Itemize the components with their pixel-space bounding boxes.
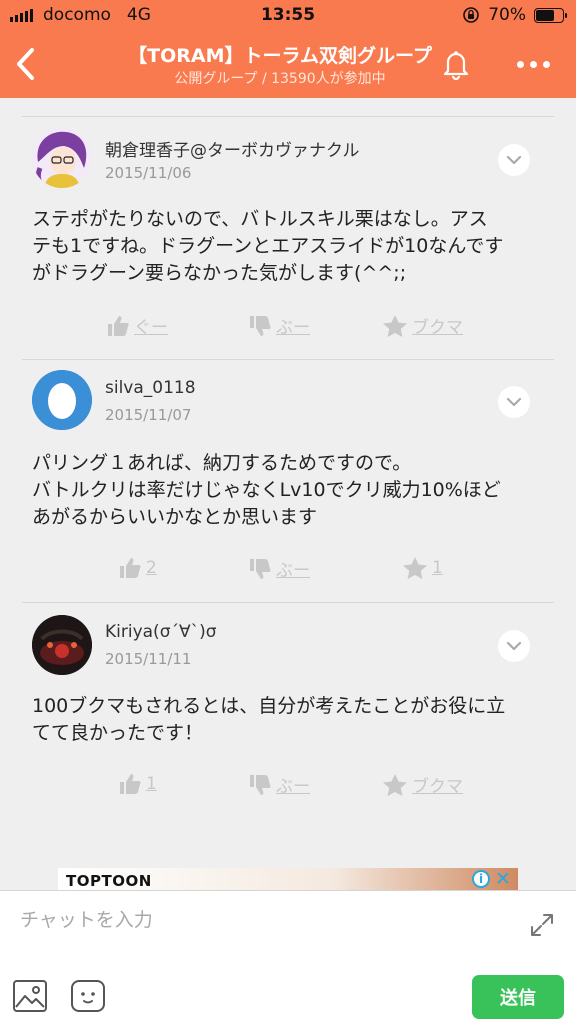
sticker-button[interactable] [70,979,106,1013]
post-body: ステポがたりないので、バトルスキル栗はなし。アス テも1ですね。ドラグーンとエア… [32,208,504,284]
bookmark-label: ブクマ [412,777,463,797]
bookmark-button[interactable]: ブクマ [382,313,463,338]
post-item: Kiriya(σ´∀`)σ 2015/11/11 100ブクマもされるとは、自分… [0,603,576,823]
post-body: パリング１あれば、納刀するためですので。 バトルクリは率だけじゃなくLv10でク… [32,452,501,528]
like-label: ぐー [134,318,168,338]
bookmark-button[interactable]: ブクマ [382,772,463,797]
expand-button[interactable] [528,911,556,939]
star-icon [383,314,407,337]
like-count: 1 [146,774,157,794]
more-dot-icon [529,60,537,68]
like-button[interactable]: 1 [118,772,157,796]
ad-banner[interactable]: TOPTOON i ✕ [58,868,518,890]
back-button[interactable] [8,42,48,86]
group-title: 【TORAM】トーラム双剣グループ [128,45,432,67]
status-bar: docomo 4G 13:55 70% [0,0,576,30]
chat-composer: 送信 [0,890,576,1024]
bookmark-label: ブクマ [412,318,463,338]
dislike-button[interactable]: ぶー [248,313,310,338]
more-dot-icon [542,60,550,68]
dislike-label: ぶー [276,561,310,581]
like-button[interactable]: 2 [118,556,157,580]
more-dot-icon [516,60,524,68]
chevron-down-icon [506,155,522,165]
post-body: 100ブクマもされるとは、自分が考えたことがお役に立 てて良かったです！ [32,695,506,744]
ad-close-icon[interactable]: ✕ [495,868,511,890]
post-item: 朝倉理香子@ターボカヴァナクル 2015/11/06 ステポがたりないので、バト… [0,98,576,360]
thumbs-down-icon [250,315,271,336]
bookmark-button[interactable]: 1 [402,556,443,580]
post-menu-button[interactable] [498,386,530,418]
avatar[interactable] [32,370,92,430]
like-button[interactable]: ぐー [106,313,168,338]
battery-icon [534,7,567,23]
expand-icon [531,914,553,936]
like-count: 2 [146,558,157,578]
chevron-left-icon [17,48,34,80]
more-menu-button[interactable] [508,44,558,84]
smiley-face-icon [71,980,105,1012]
chevron-down-icon [506,397,522,407]
ad-info-icon[interactable]: i [472,870,490,888]
thumbs-up-icon [108,315,129,336]
dislike-label: ぶー [276,777,310,797]
post-list[interactable]: 朝倉理香子@ターボカヴァナクル 2015/11/06 ステポがたりないので、バト… [0,98,576,890]
post-author[interactable]: Kiriya(σ´∀`)σ [105,622,217,642]
send-button[interactable]: 送信 [472,975,564,1019]
dislike-button[interactable]: ぶー [248,556,310,581]
notification-button[interactable] [436,44,476,84]
bookmark-count: 1 [432,558,443,578]
post-author[interactable]: 朝倉理香子@ターボカヴァナクル [105,136,360,161]
battery-percent: 70% [488,5,526,25]
thumbs-down-icon [250,558,271,579]
avatar[interactable] [32,615,92,675]
star-icon [383,773,407,796]
dislike-button[interactable]: ぶー [248,772,310,797]
post-actions: 2 ぶー 1 [0,556,576,586]
image-icon [13,980,47,1012]
avatar[interactable] [32,128,92,188]
chat-input[interactable] [20,905,500,935]
post-date: 2015/11/06 [105,164,192,182]
post-menu-button[interactable] [498,630,530,662]
ad-brand: TOPTOON [66,872,152,890]
group-subtitle: 公開グループ / 13590人が参加中 [174,71,386,87]
post-item: silva_0118 2015/11/07 パリング１あれば、納刀するためですの… [0,360,576,603]
post-date: 2015/11/11 [105,650,192,668]
post-menu-button[interactable] [498,144,530,176]
orientation-lock-icon [463,7,480,23]
star-icon [403,557,427,579]
chevron-down-icon [506,641,522,651]
thumbs-up-icon [120,558,141,578]
image-button[interactable] [12,979,48,1013]
post-actions: ぐー ぶー ブクマ [0,313,576,343]
post-author[interactable]: silva_0118 [105,378,196,398]
thumbs-down-icon [250,774,271,795]
dislike-label: ぶー [276,318,310,338]
bell-icon [443,51,469,81]
post-date: 2015/11/07 [105,406,192,424]
post-actions: 1 ぶー ブクマ [0,772,576,802]
thumbs-up-icon [120,774,141,794]
group-header: 【TORAM】トーラム双剣グループ 公開グループ / 13590人が参加中 [0,30,576,98]
